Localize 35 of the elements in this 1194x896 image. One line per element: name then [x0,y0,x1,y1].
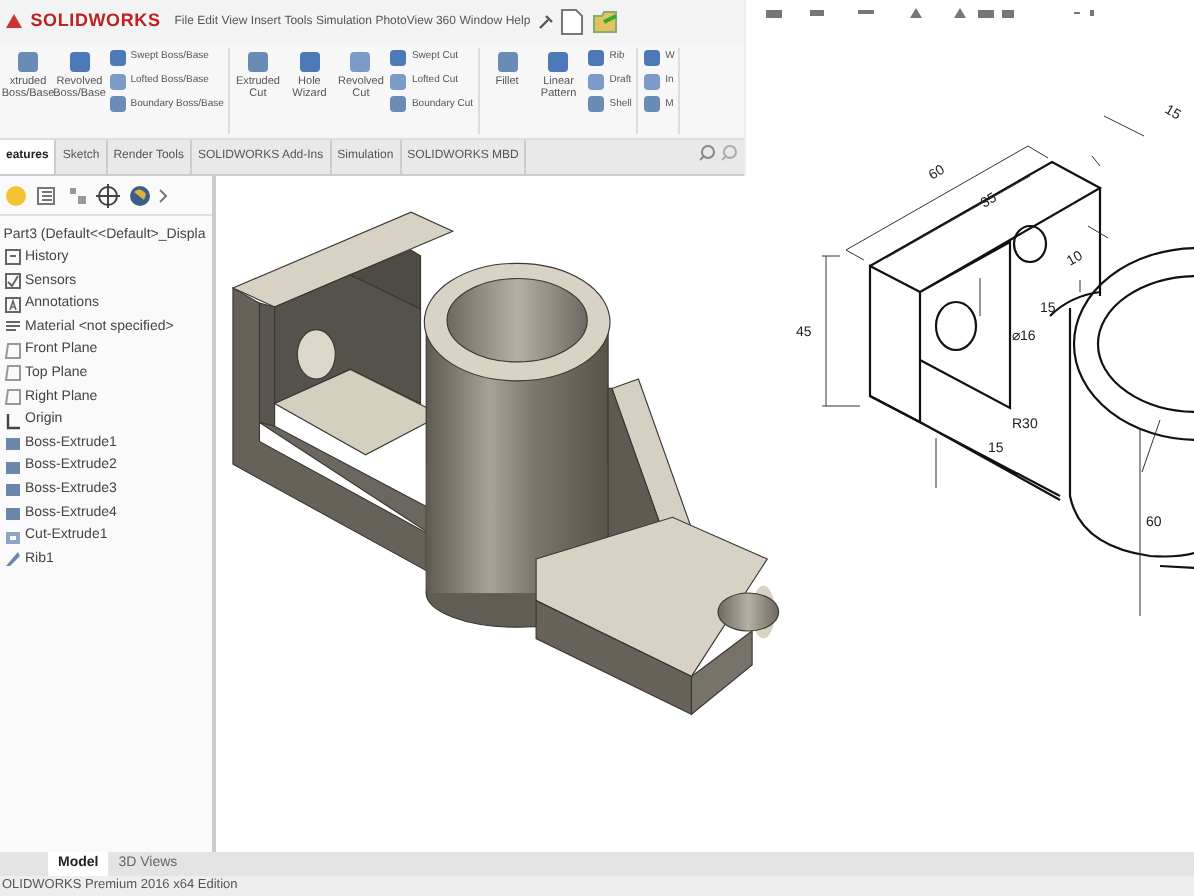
feature-icon [493,47,522,76]
feature-icon [388,94,409,115]
feature-icon [107,71,127,91]
feature-icon [243,47,272,76]
new-document-icon[interactable] [560,8,585,36]
feature-icon [586,47,607,68]
feature-icon [641,47,662,68]
app-logo: SOLIDWORKS [30,8,161,35]
feature-icon [641,94,662,115]
property-icon[interactable] [34,183,59,207]
chevron-icon[interactable] [158,187,169,203]
material-icon [3,318,22,337]
sensor-icon [3,271,22,290]
annotation-icon [3,295,22,314]
folder-icon[interactable] [591,10,618,34]
history-icon [3,248,22,267]
pin-icon[interactable] [537,14,554,30]
feature-icon [107,94,127,115]
origin-icon [3,411,22,430]
feature-icon [14,47,42,76]
search-icon[interactable] [697,143,716,162]
feature-icon [641,71,662,91]
logo-icon [3,12,24,32]
feature-icon [346,47,375,76]
feature-icon [295,47,324,76]
feature-icon [586,71,607,91]
feature-icon [107,47,127,68]
feature-icon [544,47,573,76]
rib-icon [3,550,22,569]
feature-icon [388,71,409,91]
feature-icon [388,47,409,68]
crosshair-icon[interactable] [96,183,121,207]
feature-icon [586,94,607,115]
feature-icon [65,47,94,76]
globe-icon[interactable] [127,183,152,207]
